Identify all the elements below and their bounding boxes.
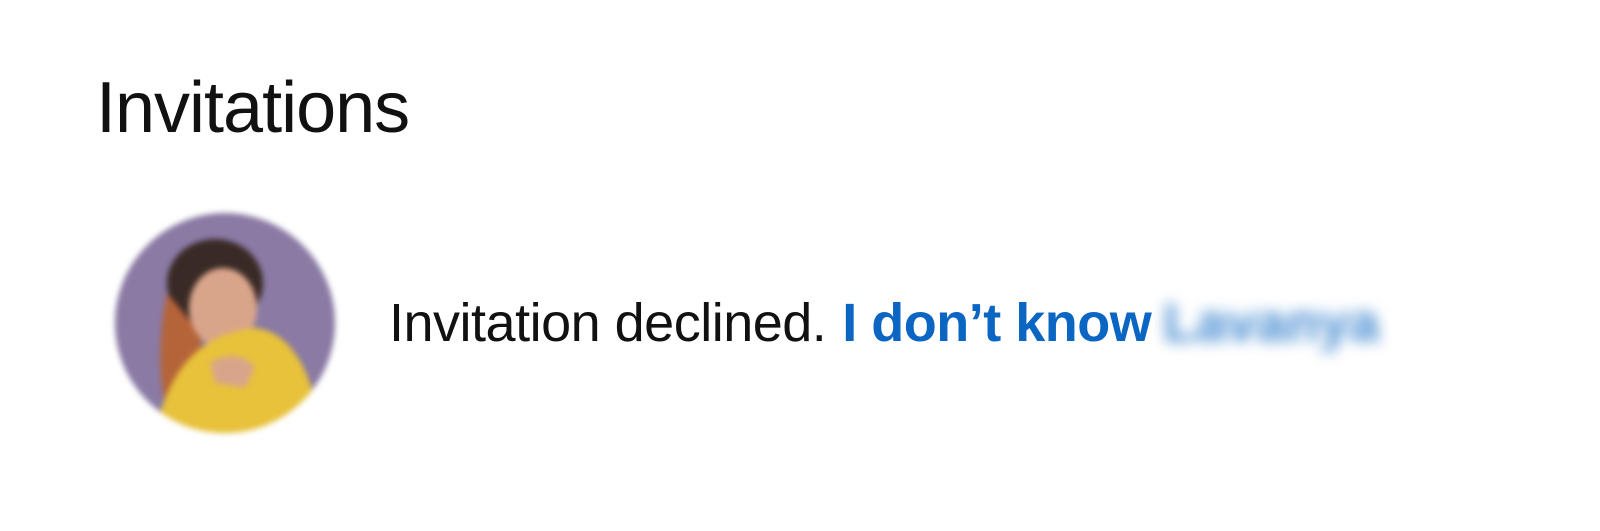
invitations-heading: Invitations: [96, 68, 410, 148]
invitation-status-text: Invitation declined.: [389, 292, 827, 353]
invitation-message: Invitation declined. I don’t know Lavany…: [389, 291, 1379, 356]
avatar[interactable]: [115, 213, 335, 433]
profile-photo-icon: [115, 213, 335, 433]
invitation-item: Invitation declined. I don’t know Lavany…: [115, 213, 1379, 433]
person-name-link[interactable]: Lavanya: [1163, 291, 1379, 356]
dont-know-link[interactable]: I don’t know: [842, 291, 1151, 356]
